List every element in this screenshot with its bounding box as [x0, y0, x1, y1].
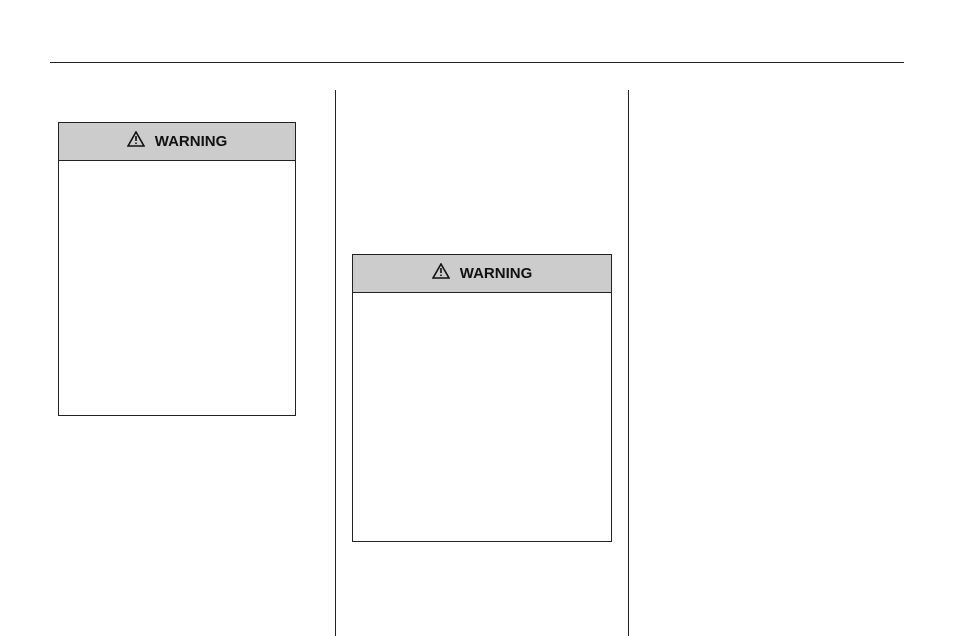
- warning-label-a: WARNING: [155, 133, 228, 150]
- warning-body-b: [353, 293, 611, 313]
- column-area: WARNING WARNING: [50, 90, 904, 636]
- warning-header-a: WARNING: [59, 123, 295, 161]
- warning-label-b: WARNING: [460, 265, 533, 282]
- warning-body-a: [59, 161, 295, 181]
- warning-box-b: WARNING: [352, 254, 612, 542]
- warning-triangle-icon: [127, 131, 145, 152]
- warning-triangle-icon: [432, 263, 450, 284]
- column-divider-2: [628, 90, 629, 636]
- warning-box-a: WARNING: [58, 122, 296, 416]
- top-rule: [50, 62, 904, 63]
- column-divider-1: [335, 90, 336, 636]
- warning-header-b: WARNING: [353, 255, 611, 293]
- document-page: WARNING WARNING: [0, 0, 954, 636]
